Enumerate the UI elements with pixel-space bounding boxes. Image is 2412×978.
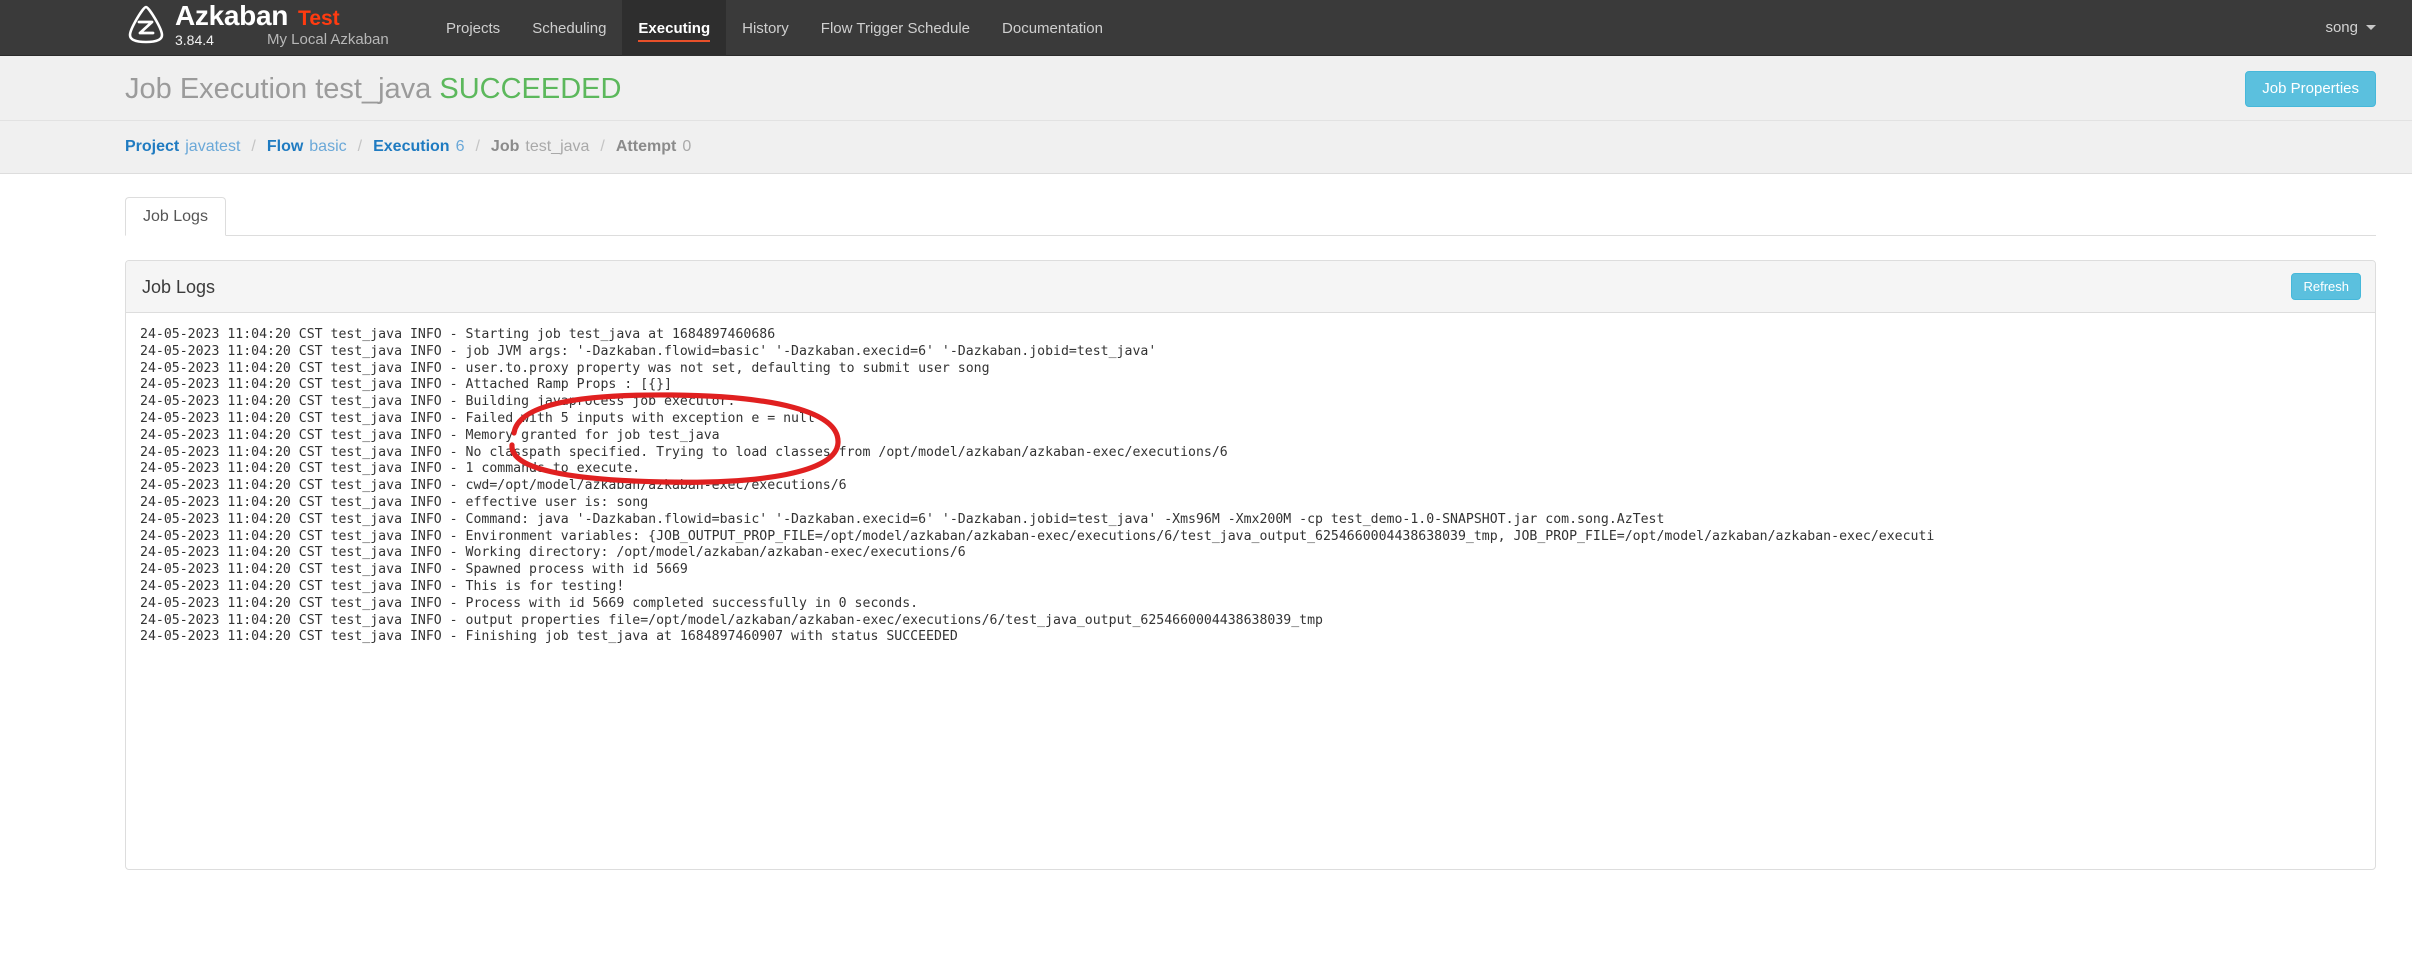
brand-name: Azkaban — [175, 0, 289, 31]
log-line: 24-05-2023 11:04:20 CST test_java INFO -… — [140, 394, 736, 410]
breadcrumb-item-project[interactable]: Project javatest — [125, 138, 240, 156]
log-line: 24-05-2023 11:04:20 CST test_java INFO -… — [140, 343, 1157, 359]
job-logs-panel-body[interactable]: 24-05-2023 11:04:20 CST test_java INFO -… — [126, 313, 2375, 869]
job-logs-panel-header: Job Logs Refresh — [126, 261, 2375, 313]
job-properties-button[interactable]: Job Properties — [2245, 71, 2376, 107]
log-line: 24-05-2023 11:04:20 CST test_java INFO -… — [140, 595, 919, 611]
log-line: 24-05-2023 11:04:20 CST test_java INFO -… — [140, 427, 720, 443]
breadcrumb-value: test_java — [525, 138, 590, 155]
nav-link-executing[interactable]: Executing — [622, 0, 727, 56]
nav-link-scheduling[interactable]: Scheduling — [516, 0, 622, 56]
log-line: 24-05-2023 11:04:20 CST test_java INFO -… — [140, 528, 1935, 544]
nav-link-documentation[interactable]: Documentation — [986, 0, 1119, 56]
log-line: 24-05-2023 11:04:20 CST test_java INFO -… — [140, 377, 672, 393]
user-menu[interactable]: song — [2325, 19, 2376, 36]
log-line: 24-05-2023 11:04:20 CST test_java INFO -… — [140, 444, 1228, 460]
nav-link-flow-trigger-schedule[interactable]: Flow Trigger Schedule — [805, 0, 986, 56]
log-line: 24-05-2023 11:04:20 CST test_java INFO -… — [140, 562, 688, 578]
breadcrumb-key: Attempt — [615, 138, 677, 155]
log-line: 24-05-2023 11:04:20 CST test_java INFO -… — [140, 578, 625, 594]
nav-links: Projects Scheduling Executing History Fl… — [430, 0, 2325, 56]
page-title-text: Job Execution test_java — [125, 73, 432, 105]
breadcrumb-value: 6 — [455, 138, 465, 155]
job-logs-panel-title: Job Logs — [142, 276, 216, 297]
log-line: 24-05-2023 11:04:20 CST test_java INFO -… — [140, 612, 1323, 628]
breadcrumb-separator: / — [475, 138, 480, 155]
breadcrumb-key: Project — [125, 138, 180, 155]
nav-link-projects[interactable]: Projects — [430, 0, 516, 56]
log-line: 24-05-2023 11:04:20 CST test_java INFO -… — [140, 494, 649, 510]
breadcrumb-separator: / — [251, 138, 256, 155]
breadcrumb-item-execution[interactable]: Execution 6 — [373, 138, 464, 156]
job-logs-panel: Job Logs Refresh 24-05-2023 11:04:20 CST… — [125, 260, 2376, 870]
tab-job-logs[interactable]: Job Logs — [125, 197, 226, 236]
breadcrumb-key: Execution — [373, 138, 450, 155]
status-badge: SUCCEEDED — [439, 73, 622, 105]
log-line: 24-05-2023 11:04:20 CST test_java INFO -… — [140, 327, 776, 342]
brand-version: 3.84.4 — [175, 32, 214, 48]
user-menu-label: song — [2325, 19, 2358, 36]
brand-block[interactable]: Azkaban Test 3.84.4 My Local Azkaban — [0, 0, 430, 55]
log-line: 24-05-2023 11:04:20 CST test_java INFO -… — [140, 545, 966, 561]
breadcrumb-separator: / — [600, 138, 605, 155]
breadcrumb-value: javatest — [185, 138, 241, 155]
breadcrumb-key: Flow — [266, 138, 304, 155]
log-line: 24-05-2023 11:04:20 CST test_java INFO -… — [140, 478, 847, 494]
log-line: 24-05-2023 11:04:20 CST test_java INFO -… — [140, 461, 641, 477]
azkaban-logo-icon — [125, 3, 167, 47]
log-line: 24-05-2023 11:04:20 CST test_java INFO -… — [140, 410, 815, 426]
breadcrumb-value: 0 — [682, 138, 692, 155]
log-line: 24-05-2023 11:04:20 CST test_java INFO -… — [140, 360, 990, 376]
job-log-output: 24-05-2023 11:04:20 CST test_java INFO -… — [126, 327, 2375, 646]
breadcrumb-item-job: Job test_java — [491, 138, 590, 156]
tab-bar: Job Logs — [125, 197, 2376, 236]
breadcrumb-value: basic — [309, 138, 347, 155]
log-line: 24-05-2023 11:04:20 CST test_java INFO -… — [140, 629, 958, 645]
breadcrumb-item-attempt: Attempt 0 — [616, 138, 691, 156]
breadcrumb-separator: / — [357, 138, 363, 155]
main-content: Job Logs Job Logs Refresh 24-05-2023 11:… — [0, 174, 2412, 870]
caret-down-icon — [2366, 25, 2376, 30]
nav-link-history[interactable]: History — [726, 0, 805, 56]
brand-subtitle: My Local Azkaban — [267, 31, 389, 48]
brand-tag: Test — [298, 7, 340, 30]
breadcrumb-item-flow[interactable]: Flow basic — [267, 138, 347, 156]
breadcrumb: Project javatest / Flow basic / Executio… — [0, 121, 2412, 174]
refresh-button[interactable]: Refresh — [2291, 273, 2361, 300]
nav-right: song — [2325, 0, 2412, 55]
log-line: 24-05-2023 11:04:20 CST test_java INFO -… — [140, 511, 1665, 527]
page-header: Job Execution test_java SUCCEEDED Job Pr… — [0, 56, 2412, 121]
top-navbar: Azkaban Test 3.84.4 My Local Azkaban Pro… — [0, 0, 2412, 56]
page-title: Job Execution test_java SUCCEEDED — [125, 74, 621, 104]
breadcrumb-key: Job — [490, 138, 520, 155]
